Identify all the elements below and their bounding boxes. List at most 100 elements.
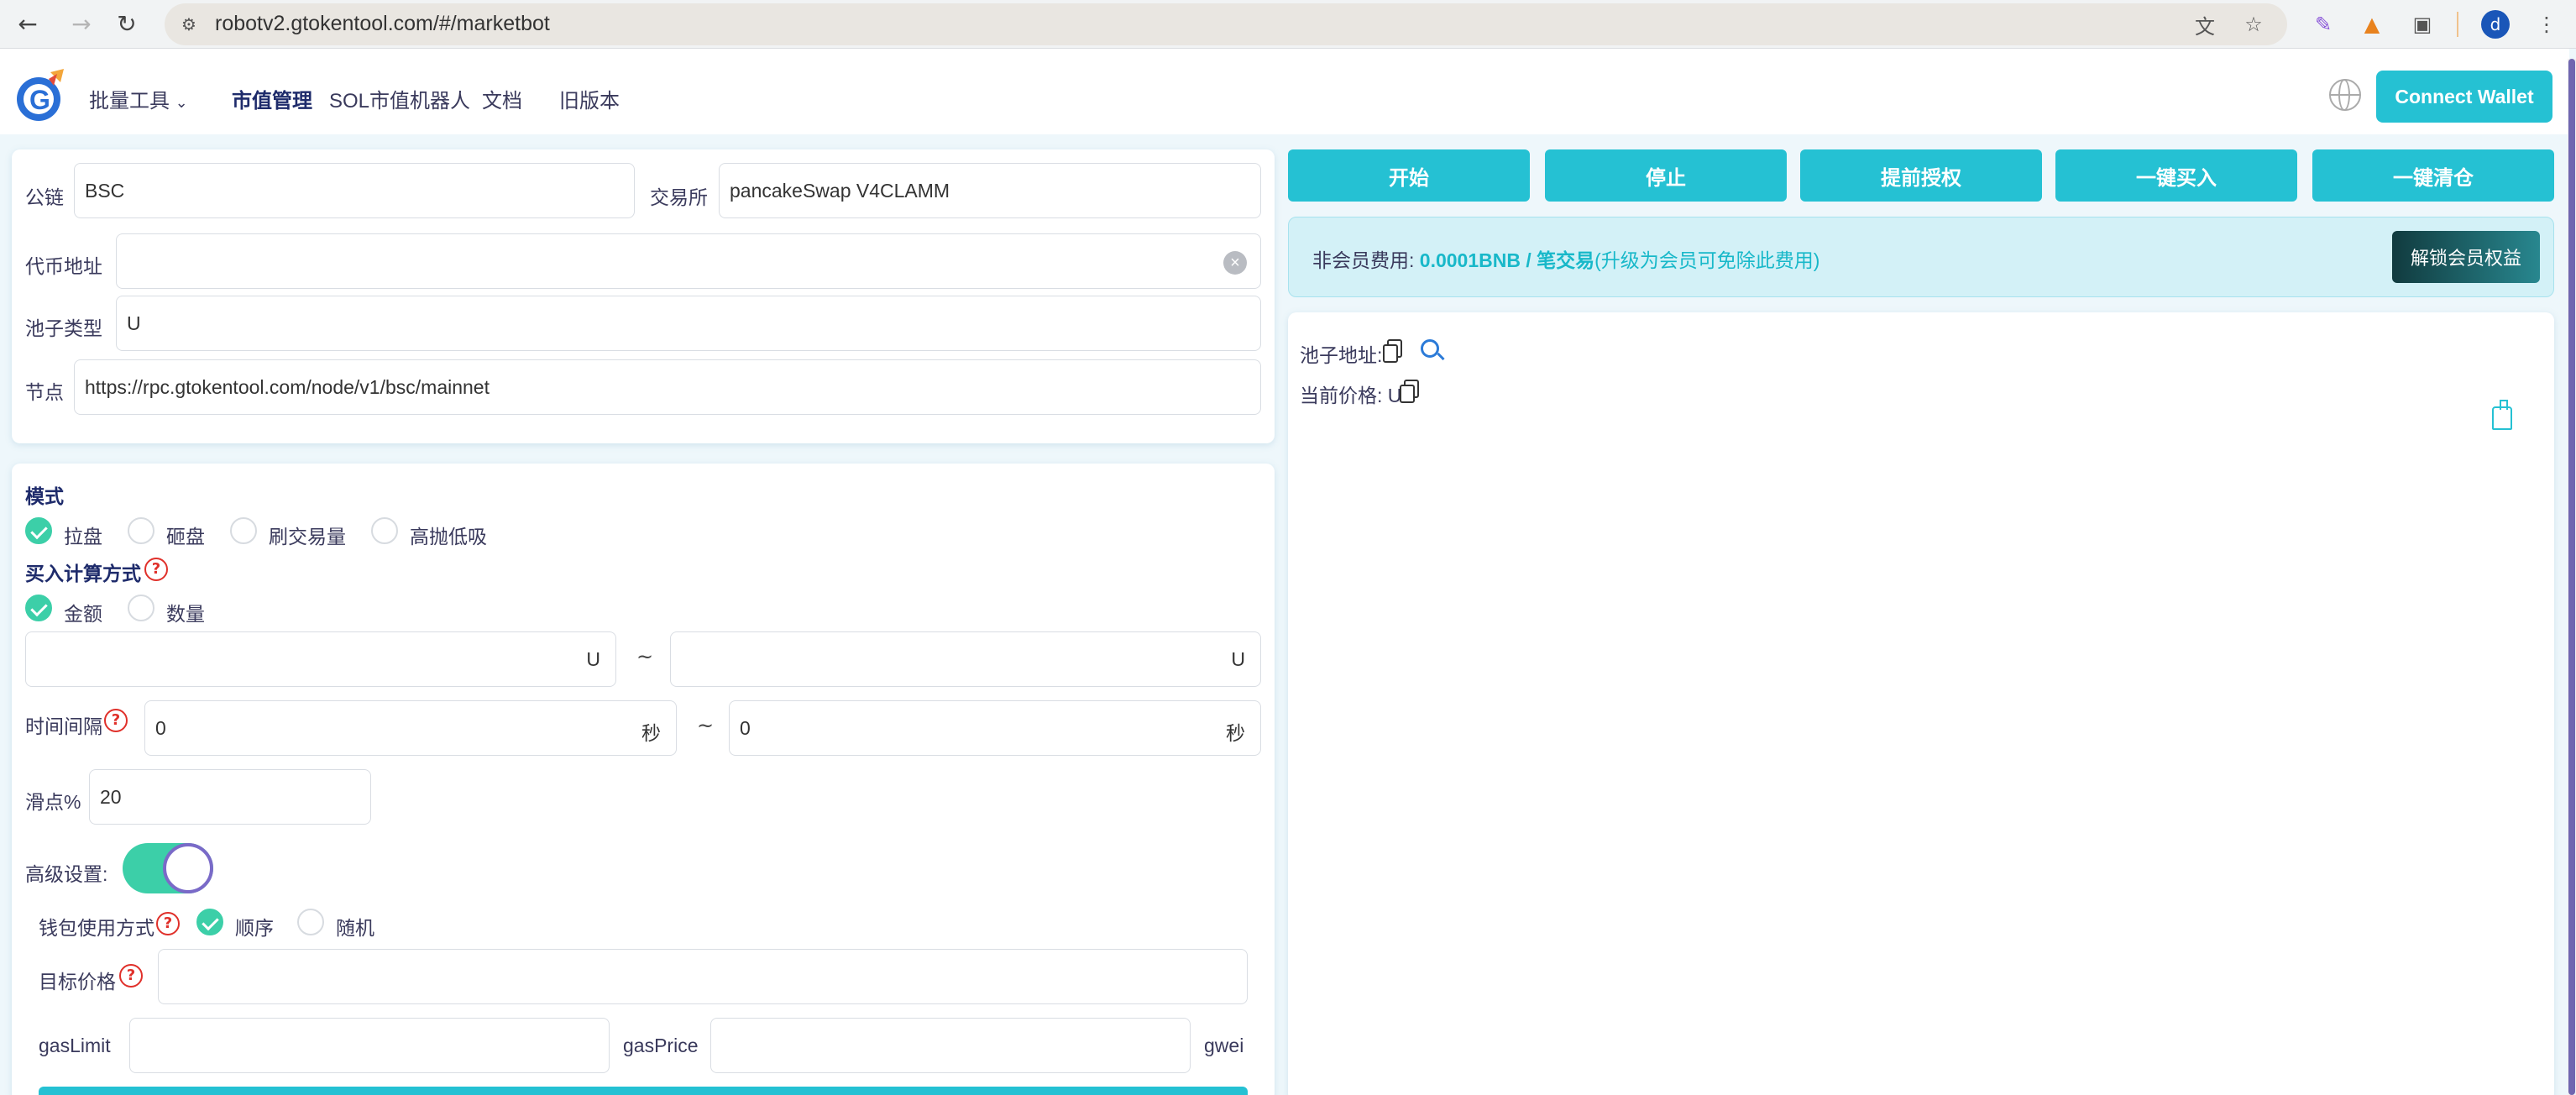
gas-limit-input[interactable] (129, 1018, 610, 1073)
advanced-toggle[interactable] (123, 843, 213, 893)
target-price-input[interactable] (158, 949, 1248, 1004)
target-price-help-icon[interactable]: ? (119, 964, 143, 988)
page-scrollbar[interactable] (2568, 59, 2576, 1095)
mode-title: 模式 (25, 485, 64, 507)
wallet-mode-help-icon[interactable]: ? (156, 912, 180, 935)
extensions-puzzle-icon[interactable]: ▣ (2408, 10, 2437, 39)
buy-by-quantity-checkbox[interactable] (128, 595, 154, 621)
search-pool-icon[interactable] (1421, 339, 1439, 358)
buy-max-input[interactable]: U (670, 631, 1261, 687)
pre-approve-button[interactable]: 提前授权 (1800, 149, 2042, 202)
buy-by-amount-checkbox[interactable] (25, 595, 52, 621)
profile-avatar[interactable]: d (2481, 10, 2510, 39)
nav-sol-bot[interactable]: SOL市值机器人 (329, 84, 470, 113)
current-price-label: 当前价格: U (1300, 385, 1402, 406)
language-globe-icon[interactable] (2329, 79, 2361, 111)
copy-pool-address-icon[interactable] (1383, 339, 1402, 363)
back-arrow-icon[interactable]: ← (10, 7, 45, 42)
mode-volume-checkbox[interactable] (230, 517, 257, 544)
gas-price-input[interactable] (710, 1018, 1191, 1073)
reload-icon[interactable]: ↻ (109, 7, 144, 42)
buy-range-separator: ~ (636, 645, 654, 668)
mode-swing-label[interactable]: 高抛低吸 (410, 521, 487, 549)
chain-value: BSC (85, 179, 125, 202)
interval-help-icon[interactable]: ? (104, 709, 128, 732)
clear-log-icon[interactable] (2492, 400, 2512, 430)
slippage-input[interactable]: 20 (89, 769, 371, 825)
chain-select[interactable]: BSC (74, 163, 635, 218)
wallet-sequential-checkbox[interactable] (196, 909, 223, 935)
interval-max-value: 0 (740, 716, 751, 739)
gas-limit-label: gasLimit (39, 1035, 111, 1056)
info-panel (1288, 312, 2554, 1095)
nav-market-cap-management[interactable]: 市值管理 (232, 84, 312, 113)
bookmark-star-icon[interactable]: ☆ (2240, 11, 2267, 38)
mode-dump-checkbox[interactable] (128, 517, 154, 544)
copy-price-icon[interactable] (1400, 380, 1419, 403)
mode-dump-label[interactable]: 砸盘 (166, 521, 205, 549)
nav-old-version[interactable]: 旧版本 (559, 84, 620, 113)
fee-text: 非会员费用: 0.0001BNB / 笔交易(升级为会员可免除此费用) (1312, 244, 1819, 273)
mode-pump-label[interactable]: 拉盘 (64, 521, 102, 549)
fee-notice: 非会员费用: 0.0001BNB / 笔交易(升级为会员可免除此费用) 解锁会员… (1288, 217, 2554, 297)
exchange-select[interactable]: pancakeSwap V4CLAMM (719, 163, 1261, 218)
chevron-down-icon: ⌄ (175, 94, 188, 111)
mode-swing-checkbox[interactable] (371, 517, 398, 544)
svg-text:G: G (29, 85, 50, 115)
site-settings-icon[interactable]: ⚙ (176, 12, 202, 37)
advanced-label: 高级设置: (25, 863, 108, 885)
url-text[interactable]: robotv2.gtokentool.com/#/marketbot (215, 12, 550, 36)
node-label: 节点 (25, 381, 64, 403)
translate-icon[interactable]: 文 (2191, 11, 2218, 39)
forward-arrow-icon[interactable]: → (64, 7, 99, 42)
fee-amount: 0.0001BNB / 笔交易 (1419, 249, 1595, 271)
slippage-label: 滑点% (25, 791, 81, 813)
interval-min-value: 0 (155, 716, 166, 739)
start-button[interactable]: 开始 (1288, 149, 1530, 202)
gtokentool-logo[interactable]: G (12, 67, 69, 124)
one-click-buy-button[interactable]: 一键买入 (2055, 149, 2297, 202)
interval-max-input[interactable]: 0 秒 (729, 700, 1261, 756)
buy-min-input[interactable]: U (25, 631, 616, 687)
interval-range-separator: ~ (697, 714, 715, 737)
pen-extension-icon[interactable]: ✎ (2309, 10, 2338, 39)
pool-type-select[interactable]: U (116, 296, 1261, 351)
slippage-value: 20 (100, 785, 122, 808)
wallet-mode-label: 钱包使用方式 (39, 917, 154, 939)
mode-volume-label[interactable]: 刷交易量 (269, 521, 346, 549)
submit-button-partial[interactable] (39, 1087, 1248, 1095)
toolbar-divider (2457, 12, 2458, 37)
nav-docs[interactable]: 文档 (482, 84, 522, 113)
fee-label: 非会员费用: (1312, 249, 1415, 271)
interval-min-unit: 秒 (641, 722, 661, 744)
token-address-input[interactable]: × (116, 233, 1261, 289)
nav-batch-tools[interactable]: 批量工具 ⌄ (89, 84, 188, 113)
more-menu-icon[interactable]: ⋮ (2532, 10, 2561, 39)
metamask-fox-icon[interactable]: ▲ (2358, 10, 2386, 39)
buy-by-amount-label[interactable]: 金额 (64, 598, 102, 626)
chain-label: 公链 (25, 186, 64, 208)
gas-unit-label: gwei (1204, 1035, 1244, 1056)
scrollbar-thumb[interactable] (2568, 59, 2575, 1095)
toggle-knob (163, 843, 213, 893)
wallet-sequential-label[interactable]: 顺序 (235, 912, 274, 940)
pool-type-label: 池子类型 (25, 317, 102, 339)
interval-label: 时间间隔 (25, 715, 102, 737)
wallet-random-checkbox[interactable] (297, 909, 324, 935)
buy-calc-help-icon[interactable]: ? (144, 558, 168, 581)
node-input[interactable]: https://rpc.gtokentool.com/node/v1/bsc/m… (74, 359, 1261, 415)
interval-min-input[interactable]: 0 秒 (144, 700, 677, 756)
buy-calc-title: 买入计算方式 (25, 563, 141, 584)
wallet-random-label[interactable]: 随机 (336, 912, 374, 940)
unlock-membership-button[interactable]: 解锁会员权益 (2392, 231, 2540, 283)
exchange-label: 交易所 (650, 186, 708, 208)
mode-pump-checkbox[interactable] (25, 517, 52, 544)
buy-by-quantity-label[interactable]: 数量 (166, 598, 205, 626)
node-value: https://rpc.gtokentool.com/node/v1/bsc/m… (85, 375, 490, 398)
connect-wallet-button[interactable]: Connect Wallet (2376, 71, 2552, 123)
stop-button[interactable]: 停止 (1545, 149, 1787, 202)
target-price-label: 目标价格 (39, 971, 116, 993)
clear-icon[interactable]: × (1223, 251, 1247, 275)
address-bar[interactable]: ⚙ robotv2.gtokentool.com/#/marketbot 文 ☆ (165, 3, 2287, 45)
one-click-sell-all-button[interactable]: 一键清仓 (2312, 149, 2554, 202)
